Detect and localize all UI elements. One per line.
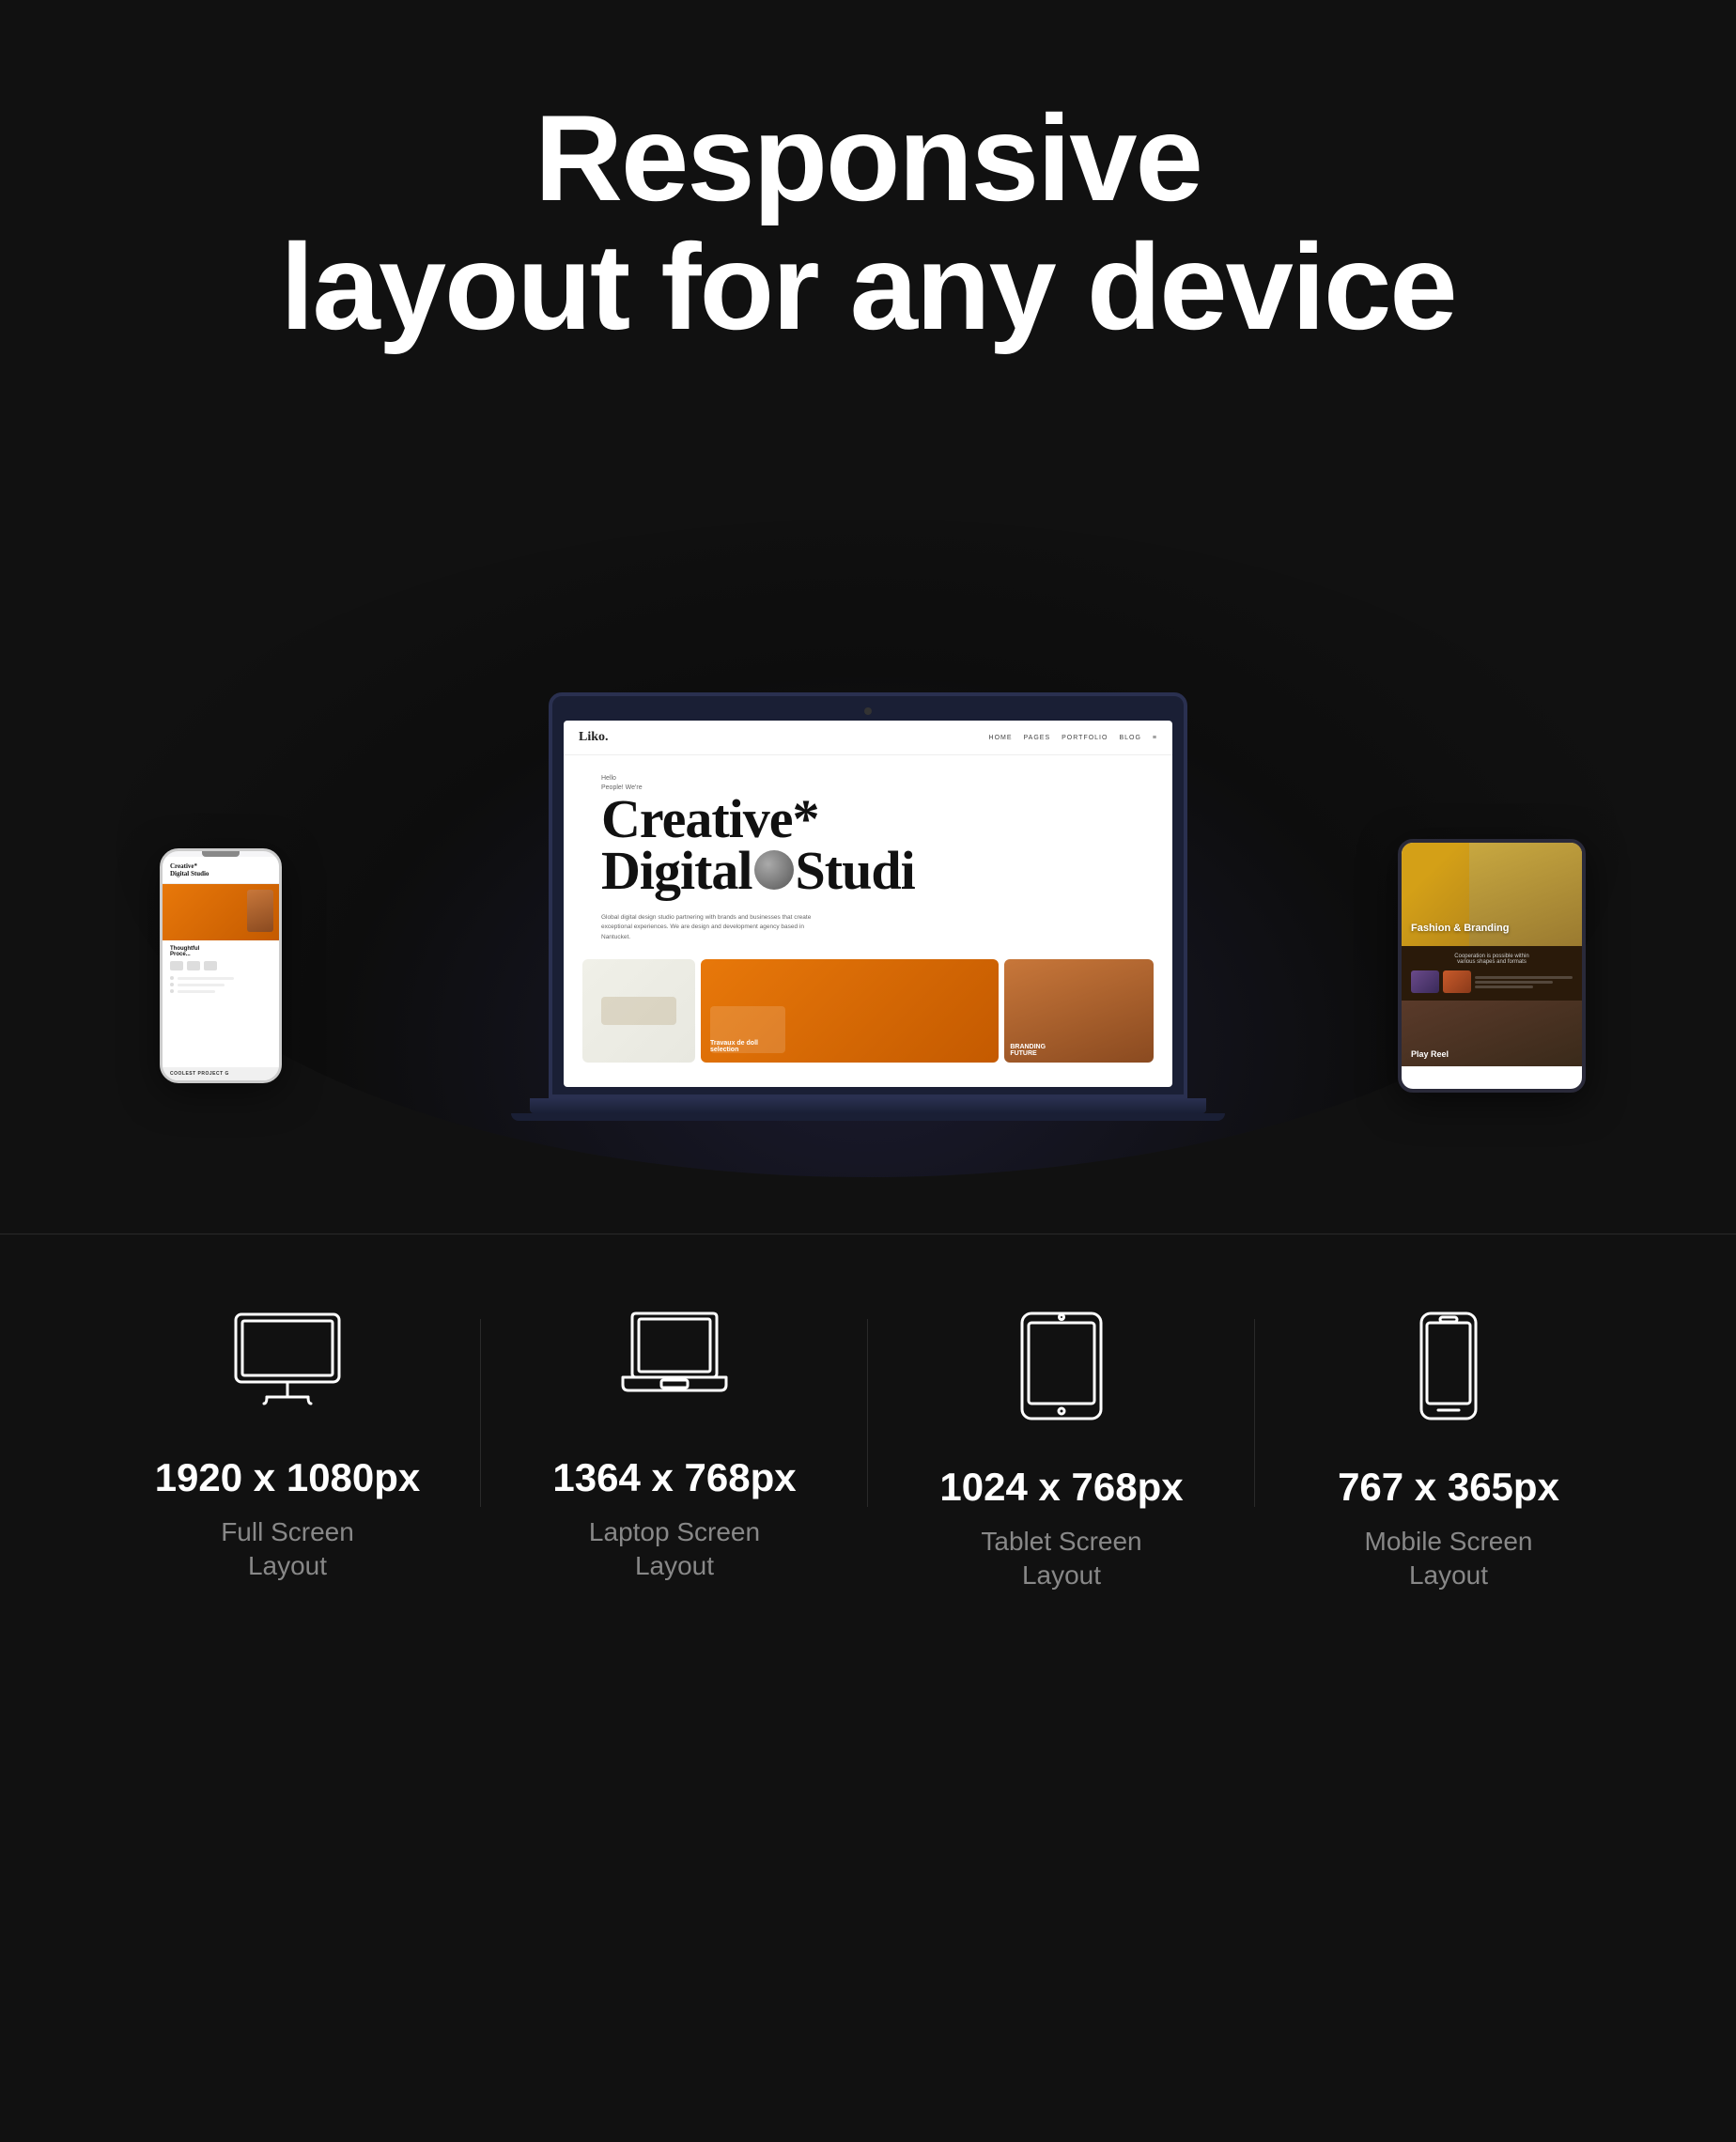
site-hero-text: HelloPeople! We're Creative* DigitalStud… xyxy=(564,755,1172,906)
phone-list-dot-2 xyxy=(170,983,174,986)
tablet-hero-image: Fashion & Branding xyxy=(1402,843,1582,946)
site-images-row: Travaux de dollselection BRANDINGFUTURE xyxy=(564,950,1172,1072)
site-logo: Liko. xyxy=(579,730,609,745)
phone-section-title: ThoughtfulProce... xyxy=(170,946,271,957)
laptop-device: Liko. HOME PAGES PORTFOLIO BLOG ≡ HelloP… xyxy=(511,692,1225,1121)
spec-item-laptop: 1364 x 768px Laptop Screen Layout xyxy=(481,1310,868,1584)
tablet-coop-lines xyxy=(1475,976,1573,988)
phone-list-dot xyxy=(170,976,174,980)
phone-list-line xyxy=(178,977,234,980)
page-wrapper: Responsive layout for any device Creativ… xyxy=(0,0,1736,2142)
laptop-foot xyxy=(511,1113,1225,1121)
phone-hero-image xyxy=(163,884,279,940)
nav-pages: PAGES xyxy=(1024,735,1051,741)
spec-item-desktop: 1920 x 1080px Full Screen Layout xyxy=(94,1310,481,1584)
spec-label-desktop: Full Screen Layout xyxy=(221,1515,354,1584)
spec-label-mobile: Mobile Screen Layout xyxy=(1365,1525,1533,1593)
tablet-body: Fashion & Branding Cooperation is possib… xyxy=(1398,839,1586,1093)
site-image-person: BRANDINGFUTURE xyxy=(1004,959,1154,1063)
tablet-thumb-1 xyxy=(1411,970,1439,993)
nav-portfolio: PORTFOLIO xyxy=(1062,735,1108,741)
phone-icon-3 xyxy=(204,961,217,970)
laptop-camera xyxy=(864,707,872,715)
hero-title: Responsive layout for any device xyxy=(280,94,1455,350)
site-image-orange: Travaux de dollselection xyxy=(701,959,999,1063)
phone-list-item-3 xyxy=(170,989,271,993)
spec-label-laptop: Laptop Screen Layout xyxy=(589,1515,760,1584)
spec-item-tablet: 1024 x 768px Tablet Screen Layout xyxy=(868,1310,1255,1593)
hero-title-line2: layout for any device xyxy=(280,218,1455,355)
phone-content: ThoughtfulProce... xyxy=(163,940,279,1001)
tablet-device: Fashion & Branding Cooperation is possib… xyxy=(1398,839,1586,1093)
phone-icon-1 xyxy=(170,961,183,970)
site-hero-big: Creative* xyxy=(601,793,1135,845)
site-nav-links: HOME PAGES PORTFOLIO BLOG ≡ xyxy=(989,735,1157,741)
tablet-fashion-title: Fashion & Branding xyxy=(1411,923,1510,935)
hero-section: Responsive layout for any device xyxy=(280,0,1455,407)
phone-secondary-image xyxy=(247,890,273,932)
spec-resolution-mobile: 767 x 365px xyxy=(1338,1465,1559,1510)
site-description: Global digital design studio partnering … xyxy=(564,906,864,950)
tablet-line-3 xyxy=(1475,986,1533,988)
laptop-screen: Liko. HOME PAGES PORTFOLIO BLOG ≡ HelloP… xyxy=(564,721,1172,1087)
site-nav: Liko. HOME PAGES PORTFOLIO BLOG ≡ xyxy=(564,721,1172,755)
phone-bottom-band: COOLEST PROJECT G xyxy=(163,1067,279,1080)
phone-icon-row xyxy=(170,961,271,970)
hero-ball xyxy=(754,850,794,890)
phone-list-line-2 xyxy=(178,984,225,986)
nav-menu: ≡ xyxy=(1153,735,1157,741)
site-image-glasses xyxy=(582,959,695,1063)
tablet-bottom-image: Play Reel xyxy=(1402,1001,1582,1066)
phone-icon-2 xyxy=(187,961,200,970)
phone-list-line-3 xyxy=(178,990,215,993)
nav-home: HOME xyxy=(989,735,1013,741)
nav-blog: BLOG xyxy=(1119,735,1140,741)
phone-list-dot-3 xyxy=(170,989,174,993)
tablet-icon xyxy=(1015,1310,1108,1427)
glasses-shape xyxy=(601,997,676,1025)
spec-resolution-desktop: 1920 x 1080px xyxy=(155,1455,421,1500)
spec-label-tablet: Tablet Screen Layout xyxy=(981,1525,1141,1593)
phone-header-title: Creative*Digital Studio xyxy=(170,862,271,877)
tablet-thumb-2 xyxy=(1443,970,1471,993)
hero-title-line1: Responsive xyxy=(535,89,1201,226)
tablet-line-2 xyxy=(1475,981,1553,984)
devices-section: Creative*Digital Studio ThoughtfulProce.… xyxy=(0,407,1736,1121)
tablet-coop-text: Cooperation is possible withinvarious sh… xyxy=(1411,954,1573,965)
laptop-icon xyxy=(618,1310,731,1418)
laptop-base xyxy=(530,1098,1206,1113)
phone-header: Creative*Digital Studio xyxy=(163,857,279,884)
spec-item-mobile: 767 x 365px Mobile Screen Layout xyxy=(1255,1310,1642,1593)
laptop-body: Liko. HOME PAGES PORTFOLIO BLOG ≡ HelloP… xyxy=(549,692,1187,1098)
tablet-line-1 xyxy=(1475,976,1573,979)
phone-list-item-2 xyxy=(170,983,271,986)
phone-device: Creative*Digital Studio ThoughtfulProce.… xyxy=(160,848,282,1083)
tablet-play-reel: Play Reel xyxy=(1411,1049,1449,1059)
site-hero-big2: DigitalStudi xyxy=(601,845,1135,896)
orange-text: Travaux de dollselection xyxy=(710,1040,758,1053)
spec-resolution-laptop: 1364 x 768px xyxy=(552,1455,796,1500)
spec-resolution-tablet: 1024 x 768px xyxy=(939,1465,1183,1510)
phone-list-item-1 xyxy=(170,976,271,980)
tablet-screen: Fashion & Branding Cooperation is possib… xyxy=(1402,843,1582,1089)
mobile-icon xyxy=(1416,1310,1481,1427)
tablet-coop-row xyxy=(1411,970,1573,993)
phone-screen: Creative*Digital Studio ThoughtfulProce.… xyxy=(163,857,279,1083)
phone-body: Creative*Digital Studio ThoughtfulProce.… xyxy=(160,848,282,1083)
specs-section: 1920 x 1080px Full Screen Layout xyxy=(0,1253,1736,1669)
desktop-icon xyxy=(231,1310,344,1418)
person-text: BRANDINGFUTURE xyxy=(1004,1038,1051,1063)
tablet-coop-section: Cooperation is possible withinvarious sh… xyxy=(1402,946,1582,1001)
